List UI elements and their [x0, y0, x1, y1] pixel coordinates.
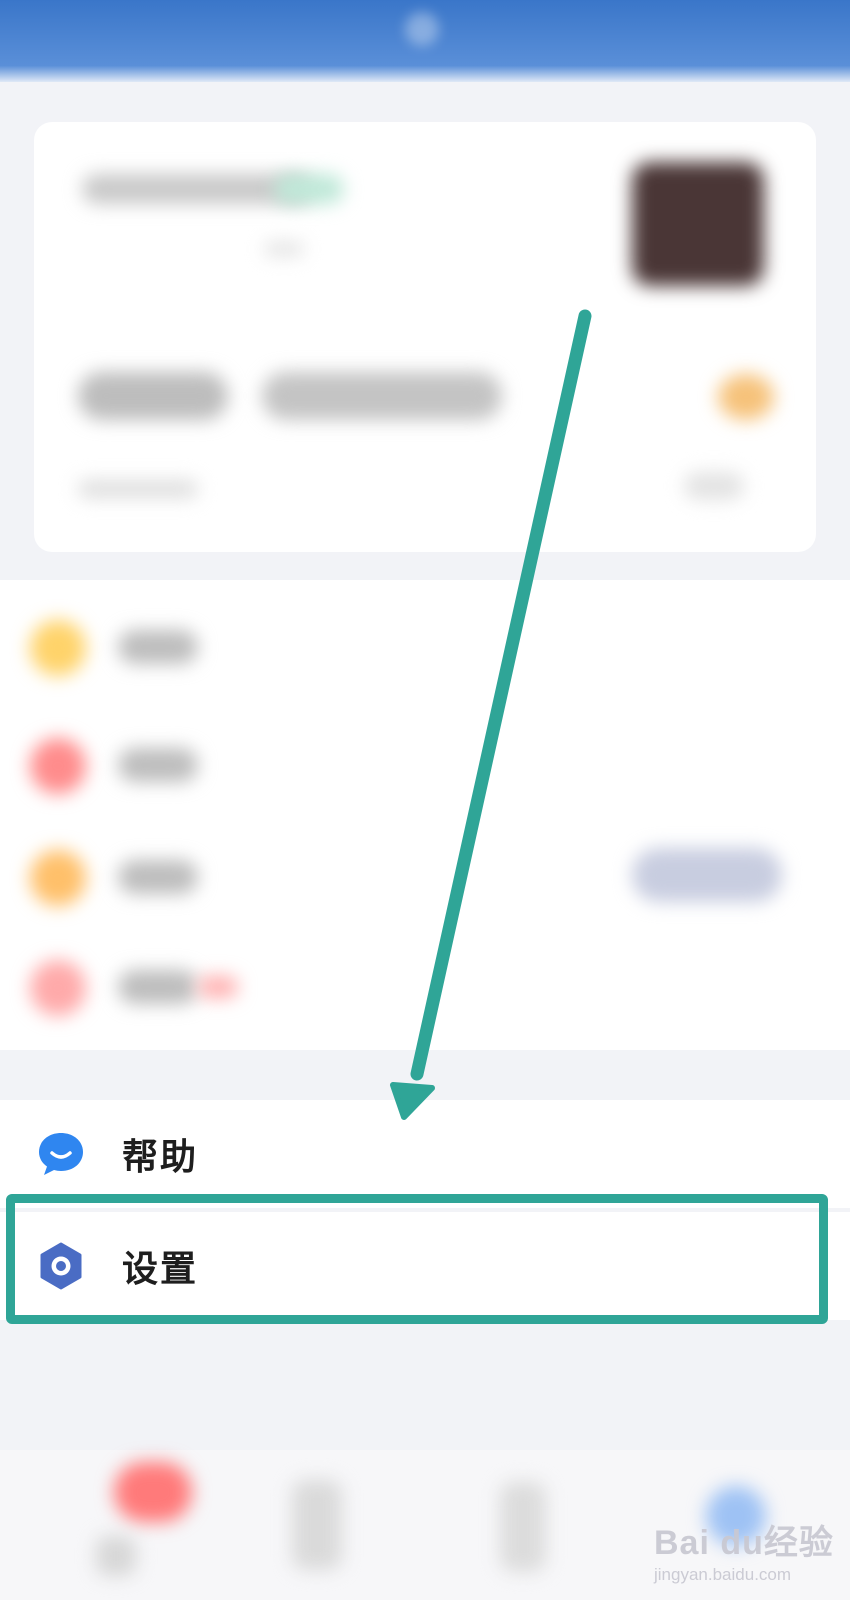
nav-home-icon[interactable]	[96, 1536, 136, 1576]
avatar[interactable]	[632, 162, 764, 286]
profile-card-blurred	[34, 122, 816, 552]
watermark-domain: jingyan.baidu.com	[654, 1565, 792, 1584]
menu-item-settings-label: 设置	[122, 1249, 199, 1290]
chat-bubble-smile-icon	[39, 1133, 83, 1175]
list-item-icon	[30, 620, 86, 676]
list-item-blurred[interactable]	[118, 970, 198, 1004]
menu-item-help-label: 帮助	[122, 1137, 199, 1178]
list-item-blurred[interactable]	[118, 860, 198, 894]
nav-tab-icon[interactable]	[500, 1482, 546, 1572]
stat-pill-blurred[interactable]	[262, 372, 502, 420]
watermark-brand: Bai du经验	[654, 1524, 834, 1562]
menu-item-help[interactable]: 帮助	[0, 1100, 850, 1208]
card-footer-text-blurred	[78, 480, 198, 498]
menu-item-settings[interactable]: 设置	[0, 1212, 850, 1320]
top-bar-icon[interactable]	[405, 12, 439, 46]
list-item-icon	[30, 850, 86, 906]
nav-badge-blurred	[114, 1462, 192, 1522]
nav-tab-icon[interactable]	[292, 1480, 342, 1570]
user-tag-blurred	[274, 174, 344, 204]
stat-pill-blurred[interactable]	[78, 372, 228, 420]
new-badge-blurred	[198, 976, 238, 998]
list-item-icon	[30, 738, 86, 794]
coin-icon[interactable]	[718, 374, 774, 420]
list-item-badge-blurred	[632, 848, 782, 902]
user-subtext-blurred	[264, 242, 304, 256]
hexagon-gear-icon	[40, 1242, 82, 1290]
list-item-icon	[30, 960, 86, 1016]
list-item-blurred[interactable]	[118, 630, 198, 664]
card-footer-button-blurred[interactable]	[684, 472, 744, 500]
list-item-blurred[interactable]	[118, 748, 198, 782]
top-app-bar	[0, 0, 850, 82]
baidu-jingyan-watermark: Bai du经验 jingyan.baidu.com	[650, 1515, 840, 1595]
feature-list-blurred	[0, 580, 850, 1050]
